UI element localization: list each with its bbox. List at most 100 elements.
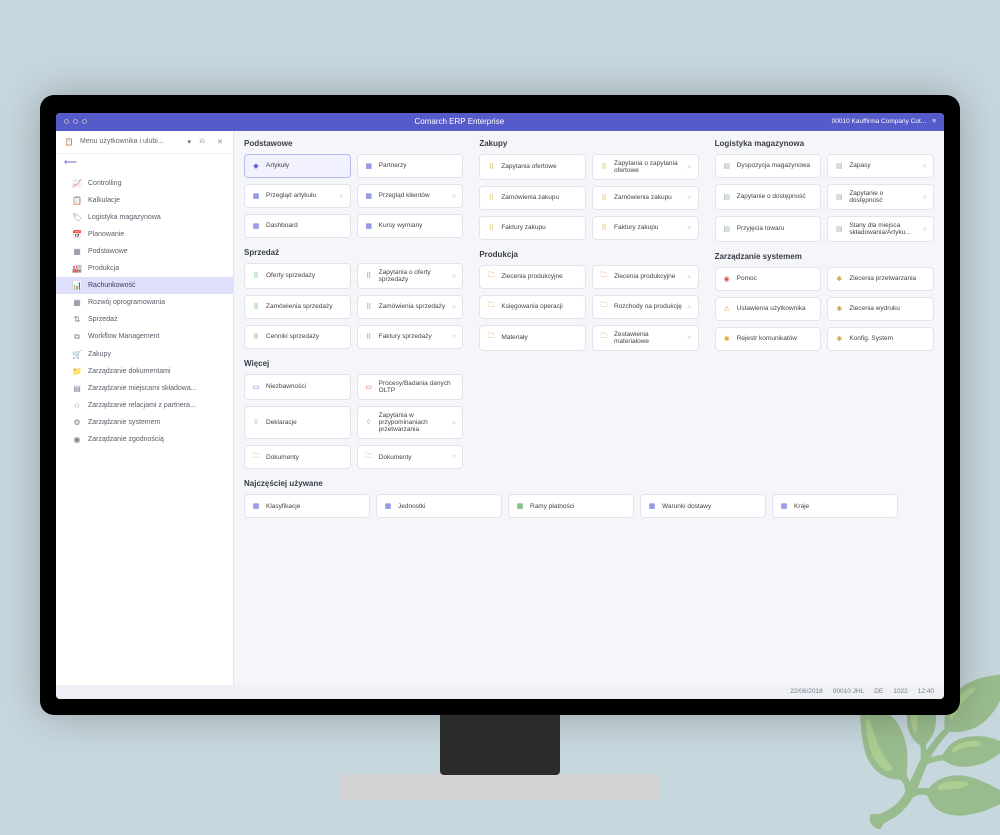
nav-item-icon: 📅 — [72, 230, 82, 239]
filter-icon[interactable]: ⎌ — [195, 135, 209, 149]
tile[interactable]: ▦Ramy płatności — [508, 494, 634, 518]
tile[interactable]: ▦Dashboard — [244, 214, 351, 238]
clipboard-icon[interactable]: 📋 — [62, 135, 76, 149]
sidebar-item[interactable]: ▦Rozwój oprogramowania — [56, 294, 233, 311]
tile[interactable]: ⠿Zapytania o zapytania ofertowe⌕ — [592, 154, 699, 180]
tile[interactable]: ▭ Procesy/Badania danych OLTP — [357, 374, 464, 400]
tile[interactable]: ▦Partnerzy — [357, 154, 464, 178]
tile-icon: ◊ — [364, 418, 374, 428]
close-icon[interactable]: ✕ — [213, 135, 227, 149]
tile[interactable]: ▦Jednostki — [376, 494, 502, 518]
tile[interactable]: ◉Pomoc — [715, 267, 822, 291]
tile-label: Dokumenty — [266, 454, 299, 461]
nav-item-icon: ▤ — [72, 384, 82, 393]
tile[interactable]: ✱Rejestr komunikatów — [715, 327, 822, 351]
tile[interactable]: ▦Warunki dostawy — [640, 494, 766, 518]
sidebar-item[interactable]: 📊Rachunkowość — [56, 277, 233, 294]
tile-icon: ▤ — [834, 224, 844, 234]
tile-icon: ▭ — [364, 382, 374, 392]
sidebar-item[interactable]: ⚙Zarządzanie systemem — [56, 414, 233, 431]
sidebar-item[interactable]: ▤ Zarządzanie miejscami składowa... — [56, 380, 233, 397]
tile[interactable]: 🗀Zestawienia materiałowe⌕ — [592, 325, 699, 351]
sidebar-item[interactable]: ▦Podstawowe — [56, 243, 233, 260]
sidebar-item[interactable]: ☆Zarządzanie relacjami z partnera... — [56, 397, 233, 414]
nav-item-label: Zarządzanie miejscami składowa... — [88, 385, 197, 392]
tile[interactable]: 🗀Materiały — [479, 325, 586, 351]
tile-label: Procesy/Badania danych OLTP — [379, 380, 457, 394]
menu-icon[interactable]: ≡ — [932, 118, 936, 125]
search-icon: ⌕ — [687, 193, 691, 203]
sidebar-item[interactable]: 🏷Logistyka magazynowa — [56, 209, 233, 226]
tile[interactable]: ▦Przegląd artykułu⌕ — [244, 184, 351, 208]
tile-grid: ▤Dyspozycja magazynowa▤Zapasy⌕▤Zapytanie… — [715, 154, 934, 243]
sidebar-item[interactable]: ◉Zarządzanie zgodnością — [56, 431, 233, 448]
tile[interactable]: ⚠Ustawienia użytkownika — [715, 297, 822, 321]
tile[interactable]: ▦Przegląd klientów⌕ — [357, 184, 464, 208]
sidebar-item[interactable]: ⇅Sprzedaż — [56, 311, 233, 328]
tile-label: Dashboard — [266, 222, 298, 229]
tile-label: Materiały — [501, 334, 527, 341]
tile[interactable]: 🗀Rozchody na produkcję⌕ — [592, 295, 699, 319]
tile[interactable]: ▤Zapasy⌕ — [827, 154, 934, 178]
tile-icon: ▤ — [722, 161, 732, 171]
section-title: Zakupy — [479, 139, 698, 148]
sidebar-item[interactable]: 📈Controlling — [56, 175, 233, 192]
tile[interactable]: ⠿Cenniki sprzedaży — [244, 325, 351, 349]
tile-icon: 🗀 — [486, 272, 496, 282]
tile[interactable]: ⠿Faktury zakupu⌕ — [592, 216, 699, 240]
sidebar-combo[interactable]: Menu użytkownika i ulubi... ▾ — [80, 138, 191, 146]
tile-icon: ▤ — [722, 192, 732, 202]
tile[interactable]: 🗀Dokumenty⌕ — [357, 445, 464, 469]
tile[interactable]: ⠿Zamówienia zakupu⌕ — [592, 186, 699, 210]
tile[interactable]: ▦Klasyfikacje — [244, 494, 370, 518]
tile[interactable]: ⠿Zamówienia zakupu — [479, 186, 586, 210]
tile-label: Zestawienia materiałowe — [614, 331, 682, 345]
window-controls[interactable] — [64, 119, 87, 124]
tile[interactable]: 🗀Dokumenty — [244, 445, 351, 469]
tile[interactable]: ⠿Faktury zakupu — [479, 216, 586, 240]
tile[interactable]: ▭Niezbawności — [244, 374, 351, 400]
sidebar-item[interactable]: 🛒Zakupy — [56, 346, 233, 363]
nav-item-label: Zarządzanie dokumentami — [88, 368, 171, 375]
tile[interactable]: ▤Zapytanie o dostępność⌕ — [827, 184, 934, 210]
sidebar-item[interactable]: 📅Planowanie — [56, 226, 233, 243]
tile[interactable]: 🗀Zlecenia produkcyjne — [479, 265, 586, 289]
app-window: Comarch ERP Enterprise 00010 Kauffirma C… — [56, 113, 944, 699]
tile[interactable]: ◊Zapytania w przypominaniach przetwarzan… — [357, 406, 464, 439]
tile[interactable]: ◊Deklaracje — [244, 406, 351, 439]
sidebar-item[interactable]: 🏭Produkcja — [56, 260, 233, 277]
tile-label: Jednostki — [398, 503, 425, 510]
tile[interactable]: ✱Konfig. System — [827, 327, 934, 351]
tile-label: Oferty sprzedaży — [266, 272, 315, 279]
nav-item-icon: 🛒 — [72, 350, 82, 359]
tile[interactable]: ⠿Faktury sprzedaży⌕ — [357, 325, 464, 349]
tile[interactable]: ⠿Zamówienia sprzedaży⌕ — [357, 295, 464, 319]
status-time: 12:40 — [918, 688, 934, 695]
tile[interactable]: ⠿Zapytania o oferty sprzedaży⌕ — [357, 263, 464, 289]
tile[interactable]: ⠿Zapytania ofertowe — [479, 154, 586, 180]
tile[interactable]: ✱Zlecenia przetwarzania — [827, 267, 934, 291]
user-display[interactable]: 00010 Kauffirma Company Cot... ≡ — [832, 118, 936, 125]
nav-item-icon: 🏷 — [72, 213, 82, 222]
tile[interactable]: ▤Zapytanie o dostępność — [715, 184, 822, 210]
sidebar-item[interactable]: 📋Kalkulacje — [56, 192, 233, 209]
sidebar-item[interactable]: 📁Zarządzanie dokumentami — [56, 363, 233, 380]
sidebar-item[interactable]: ⧉Workflow Management — [56, 328, 233, 346]
tile[interactable]: ▤Przyjęcia towaru — [715, 216, 822, 242]
tile[interactable]: ◆Artykuły — [244, 154, 351, 178]
back-button[interactable]: ⟵ — [56, 154, 233, 171]
tile-icon: ⠿ — [599, 193, 609, 203]
tile[interactable]: 🗀Zlecenia produkcyjne⌕ — [592, 265, 699, 289]
tile[interactable]: ✱Zlecenia wydruku — [827, 297, 934, 321]
tile[interactable]: 🗀Księgowania operacji — [479, 295, 586, 319]
tile[interactable]: ⠿Zamówienia sprzedaży — [244, 295, 351, 319]
tile[interactable]: ⠿Oferty sprzedaży — [244, 263, 351, 289]
statusbar: 22/06/2018 00010 JHL DE 1022 12:40 — [56, 685, 944, 699]
tile[interactable]: ▦Kursy wymiany — [357, 214, 464, 238]
tile-icon: ◉ — [722, 274, 732, 284]
tile[interactable]: ▤Stany dla miejsca składowania/Artyku...… — [827, 216, 934, 242]
tile[interactable]: ▤Dyspozycja magazynowa — [715, 154, 822, 178]
search-icon: ⌕ — [452, 271, 456, 281]
tile[interactable]: ▦Kraje — [772, 494, 898, 518]
nav-list: 📈Controlling📋Kalkulacje🏷Logistyka magazy… — [56, 171, 233, 685]
